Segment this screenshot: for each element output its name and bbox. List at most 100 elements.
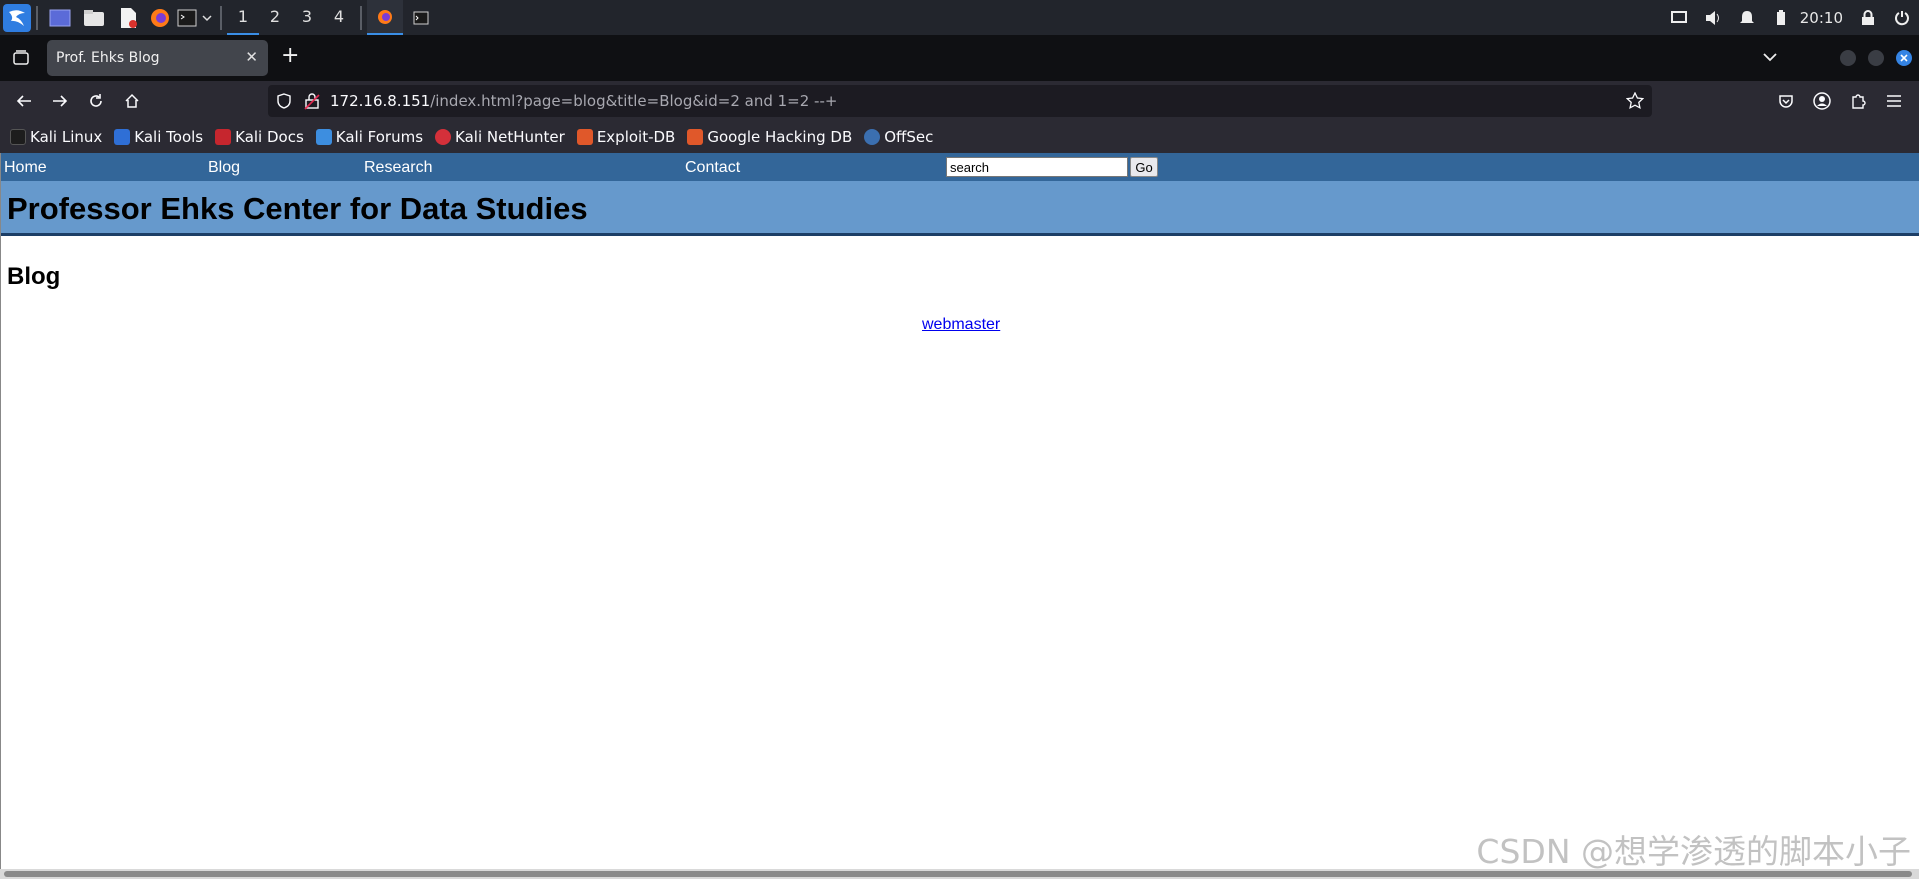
bookmark-label: Kali NetHunter bbox=[455, 128, 565, 146]
search-go-button[interactable]: Go bbox=[1130, 157, 1158, 177]
workspace-4[interactable]: 4 bbox=[323, 0, 355, 35]
taskbar-separator bbox=[220, 5, 222, 30]
logout-button[interactable] bbox=[1885, 10, 1919, 26]
address-bar[interactable]: 172.16.8.151/index.html?page=blog&title=… bbox=[268, 85, 1652, 117]
page-viewport: Home Blog Research Contact Go Professor … bbox=[0, 153, 1919, 871]
horizontal-scrollbar[interactable] bbox=[0, 869, 1919, 879]
pocket-button[interactable] bbox=[1776, 91, 1796, 111]
taskbar-separator bbox=[36, 5, 38, 30]
text-editor-icon bbox=[121, 7, 137, 28]
tracking-protection-icon[interactable] bbox=[276, 93, 292, 113]
kali-dragon-icon bbox=[10, 129, 26, 145]
search-input[interactable] bbox=[946, 157, 1128, 177]
firefox-window-task[interactable] bbox=[367, 0, 403, 35]
clock[interactable]: 20:10 bbox=[1798, 9, 1851, 27]
firefox-launcher[interactable] bbox=[145, 0, 175, 35]
list-all-tabs-button[interactable] bbox=[1763, 47, 1777, 66]
nav-link-research[interactable]: Research bbox=[364, 159, 432, 177]
bookmark-kali-linux[interactable]: Kali Linux bbox=[10, 128, 102, 146]
taskbar-separator bbox=[360, 5, 362, 30]
bookmark-label: Exploit-DB bbox=[596, 128, 676, 146]
kali-tools-icon bbox=[114, 129, 131, 145]
extensions-button[interactable] bbox=[1848, 91, 1868, 111]
bookmark-label: Kali Forums bbox=[335, 128, 424, 146]
account-button[interactable] bbox=[1812, 91, 1832, 111]
bookmark-kali-forums[interactable]: Kali Forums bbox=[315, 128, 424, 146]
bookmark-exploit-db[interactable]: Exploit-DB bbox=[576, 128, 676, 146]
kali-logo-icon bbox=[3, 3, 31, 32]
lock-screen-button[interactable] bbox=[1851, 9, 1885, 26]
scrollbar-thumb[interactable] bbox=[4, 871, 1912, 877]
show-desktop-button[interactable] bbox=[43, 0, 77, 35]
arrow-right-icon bbox=[53, 95, 68, 107]
bookmark-label: Kali Linux bbox=[30, 128, 103, 146]
ghdb-icon bbox=[687, 129, 704, 145]
workspace-1[interactable]: 1 bbox=[227, 0, 259, 35]
terminal-window-task[interactable] bbox=[403, 0, 439, 35]
app-menu-button[interactable] bbox=[1884, 91, 1904, 111]
bookmark-kali-nethunter[interactable]: Kali NetHunter bbox=[435, 128, 565, 146]
close-tab-icon[interactable]: ✕ bbox=[245, 48, 258, 66]
kali-menu-button[interactable] bbox=[0, 0, 31, 35]
firefox-icon bbox=[378, 9, 392, 24]
kali-docs-icon bbox=[215, 129, 232, 145]
arrow-left-icon bbox=[16, 95, 31, 107]
reload-button[interactable] bbox=[86, 91, 106, 111]
power-icon bbox=[1895, 10, 1909, 25]
bookmark-offsec[interactable]: OffSec bbox=[864, 128, 933, 146]
site-title: Professor Ehks Center for Data Studies bbox=[7, 191, 588, 226]
workspace-3[interactable]: 3 bbox=[291, 0, 323, 35]
file-manager-launcher[interactable] bbox=[77, 0, 111, 35]
bookmark-label: Google Hacking DB bbox=[707, 128, 853, 146]
desktop-icon bbox=[49, 9, 71, 26]
launcher-dropdown[interactable] bbox=[199, 0, 215, 35]
url-path: /index.html?page=blog&title=Blog&id=2 an… bbox=[430, 92, 838, 110]
close-window-button[interactable] bbox=[1896, 50, 1912, 66]
firefox-icon bbox=[151, 8, 169, 27]
battery-button[interactable] bbox=[1764, 9, 1798, 26]
insecure-lock-icon[interactable] bbox=[304, 92, 320, 114]
offsec-icon bbox=[864, 129, 881, 145]
nav-link-contact[interactable]: Contact bbox=[685, 159, 740, 177]
bookmark-star-icon[interactable] bbox=[1625, 91, 1645, 114]
back-button[interactable] bbox=[14, 91, 34, 111]
reload-icon bbox=[90, 94, 102, 107]
os-taskbar: 1 2 3 4 20:10 bbox=[0, 0, 1919, 35]
display-button[interactable] bbox=[1662, 10, 1696, 25]
terminal-icon bbox=[177, 9, 197, 26]
nav-link-home[interactable]: Home bbox=[4, 159, 47, 177]
bookmark-label: Kali Docs bbox=[235, 128, 304, 146]
kali-forums-icon bbox=[315, 129, 332, 145]
home-icon bbox=[125, 93, 139, 108]
volume-button[interactable] bbox=[1696, 10, 1730, 26]
bookmark-kali-docs[interactable]: Kali Docs bbox=[215, 128, 304, 146]
text-editor-launcher[interactable] bbox=[111, 0, 145, 35]
workspace-2[interactable]: 2 bbox=[259, 0, 291, 35]
firefox-view-button[interactable] bbox=[11, 48, 31, 68]
nav-link-blog[interactable]: Blog bbox=[208, 159, 240, 177]
home-button[interactable] bbox=[122, 91, 142, 111]
url-text[interactable]: 172.16.8.151/index.html?page=blog&title=… bbox=[330, 92, 837, 110]
monitor-icon bbox=[1670, 10, 1687, 23]
account-icon bbox=[1813, 92, 1831, 110]
author-link-webmaster[interactable]: webmaster bbox=[922, 316, 1000, 334]
lock-icon bbox=[1862, 9, 1874, 25]
puzzle-icon bbox=[1852, 94, 1866, 109]
site-header: Professor Ehks Center for Data Studies bbox=[1, 181, 1919, 236]
chevron-down-icon bbox=[1763, 53, 1777, 62]
folder-icon bbox=[84, 9, 104, 26]
bookmarks-toolbar: Kali Linux Kali Tools Kali Docs Kali For… bbox=[0, 121, 1919, 153]
minimize-window-button[interactable] bbox=[1840, 50, 1856, 66]
maximize-window-button[interactable] bbox=[1868, 50, 1884, 66]
new-tab-button[interactable]: + bbox=[281, 45, 299, 67]
forward-button[interactable] bbox=[50, 91, 70, 111]
exploit-db-icon bbox=[576, 129, 593, 145]
bell-icon bbox=[1739, 10, 1754, 23]
terminal-launcher[interactable] bbox=[175, 0, 199, 35]
notifications-button[interactable] bbox=[1730, 10, 1764, 26]
bookmark-kali-tools[interactable]: Kali Tools bbox=[114, 128, 203, 146]
bookmark-google-hacking-db[interactable]: Google Hacking DB bbox=[687, 128, 852, 146]
terminal-icon bbox=[413, 11, 429, 24]
tab-prof-ehks-blog[interactable]: Prof. Ehks Blog ✕ bbox=[47, 40, 268, 76]
nethunter-icon bbox=[435, 129, 452, 145]
